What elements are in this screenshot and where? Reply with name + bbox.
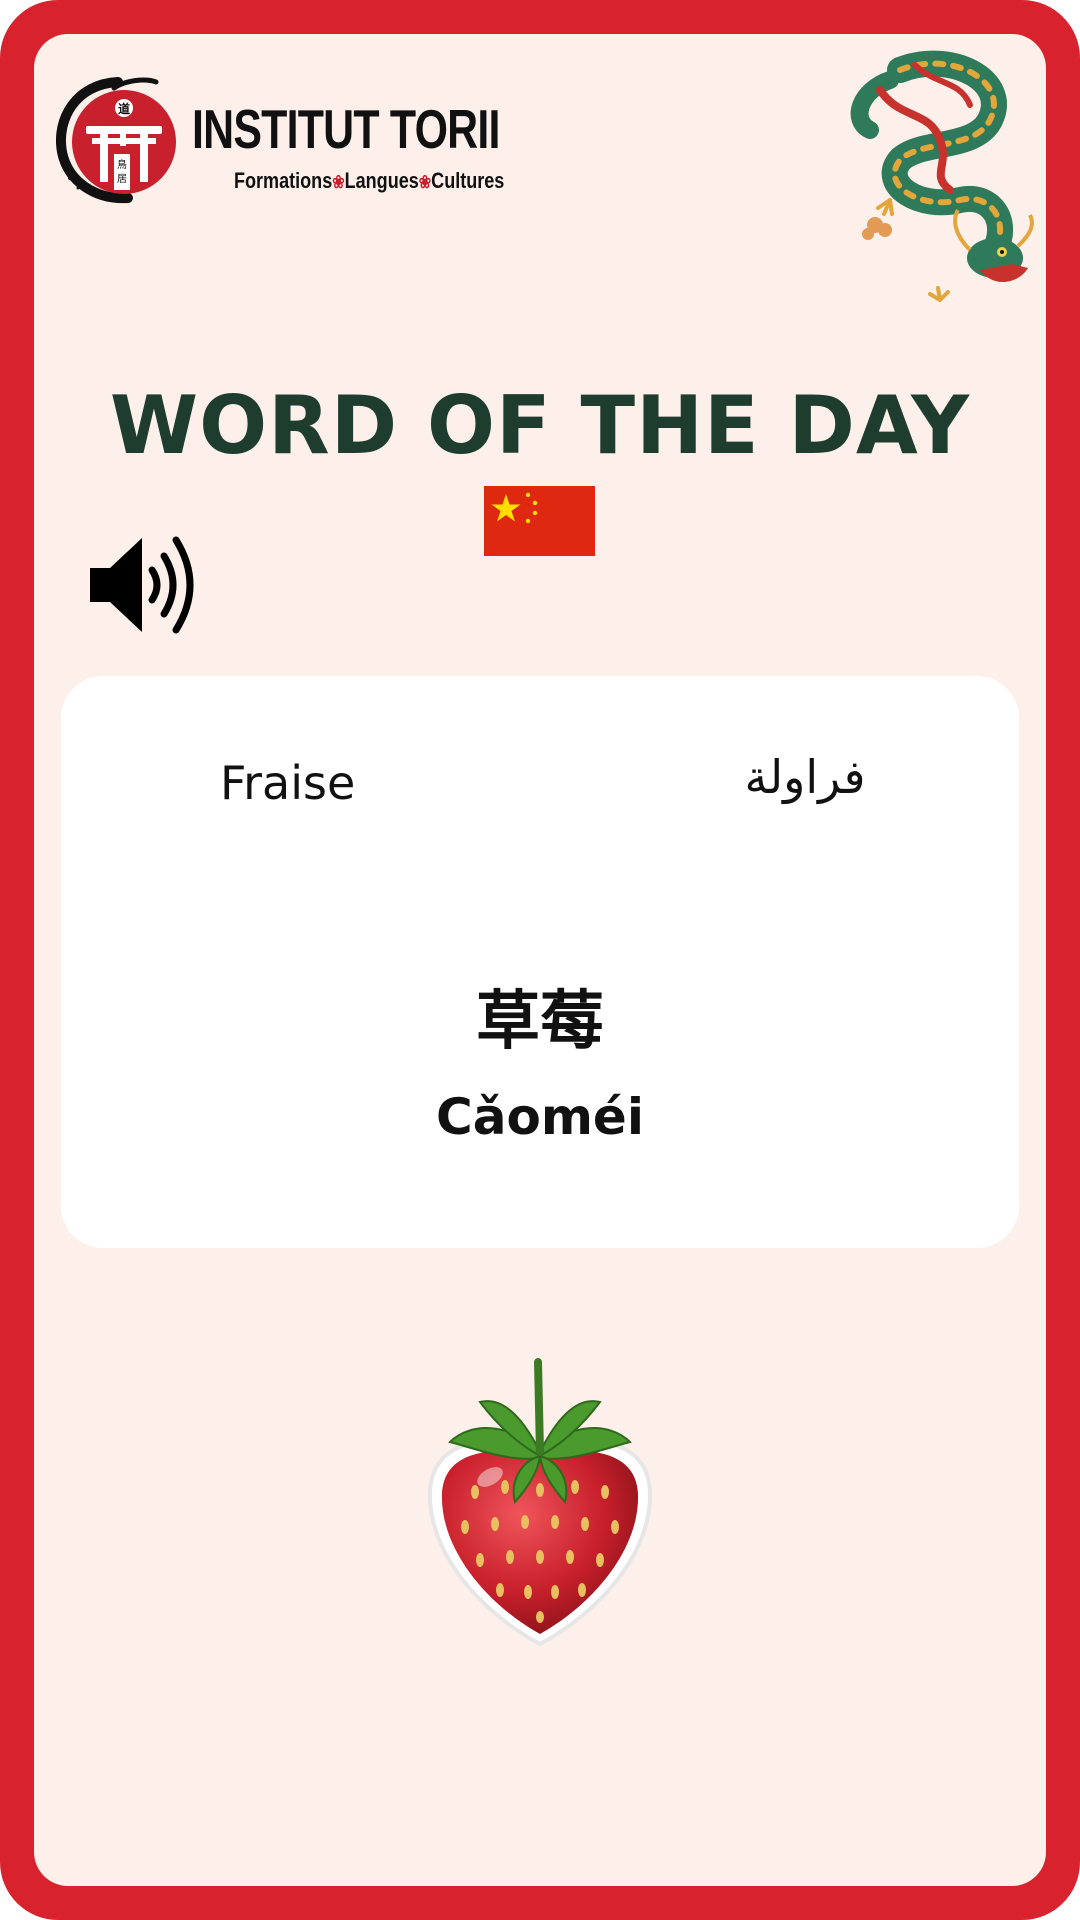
institut-torii-logo: 道 鳥 居 INSTITUT TORII Formations❀Langues❀… [56,74,504,204]
brand-tagline: Formations❀Langues❀Cultures [234,170,504,192]
brand-name: INSTITUT TORII [192,98,500,160]
word-french: Fraise [220,756,356,810]
tagline-langues: Langues [344,168,419,193]
tagline-formations: Formations [234,168,333,193]
strawberry-icon [427,1358,653,1647]
svg-text:鳥: 鳥 [117,158,127,171]
page-title: WORD OF THE DAY [109,379,971,472]
torii-logo-icon: 道 鳥 居 [56,77,176,204]
speaker-icon[interactable] [86,530,198,640]
tagline-cultures: Cultures [431,168,505,193]
chinese-dragon-icon [850,50,1034,302]
svg-text:居: 居 [117,173,127,185]
flower-separator-icon: ❀ [418,172,432,192]
china-flag-icon [484,486,595,556]
svg-text:道: 道 [118,101,130,116]
word-chinese: 草莓 [476,985,604,1059]
word-pinyin: Cǎoméi [436,1088,644,1146]
flower-separator-icon: ❀ [332,172,345,192]
word-arabic: فراولة [744,750,866,804]
